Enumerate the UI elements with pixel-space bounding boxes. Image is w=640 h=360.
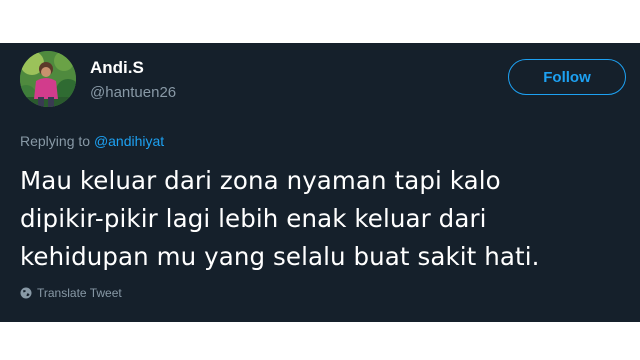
replying-to-label: Replying to <box>20 133 91 149</box>
translate-tweet-link[interactable]: Translate Tweet <box>20 286 122 300</box>
tweet-text-line: kehidupan mu yang selalu buat sakit hati… <box>20 242 540 271</box>
tweet-text-line: dipikir-pikir lagi lebih enak keluar dar… <box>20 204 487 233</box>
translate-label[interactable]: Translate Tweet <box>37 286 122 300</box>
avatar-image <box>20 51 76 107</box>
author-handle[interactable]: @hantuen26 <box>90 84 176 101</box>
author-name[interactable]: Andi.S <box>90 58 144 78</box>
tweet-card: Andi.S @hantuen26 Follow Replying to @an… <box>0 43 640 322</box>
replying-to-line: Replying to @andihiyat <box>20 133 164 149</box>
tweet-text-line: Mau keluar dari zona nyaman tapi kalo <box>20 166 501 195</box>
follow-button[interactable]: Follow <box>508 59 626 95</box>
tweet-text: Mau keluar dari zona nyaman tapi kalo di… <box>20 162 630 276</box>
globe-icon <box>20 287 32 299</box>
avatar[interactable] <box>20 51 76 107</box>
replying-to-mention[interactable]: @andihiyat <box>94 133 164 149</box>
